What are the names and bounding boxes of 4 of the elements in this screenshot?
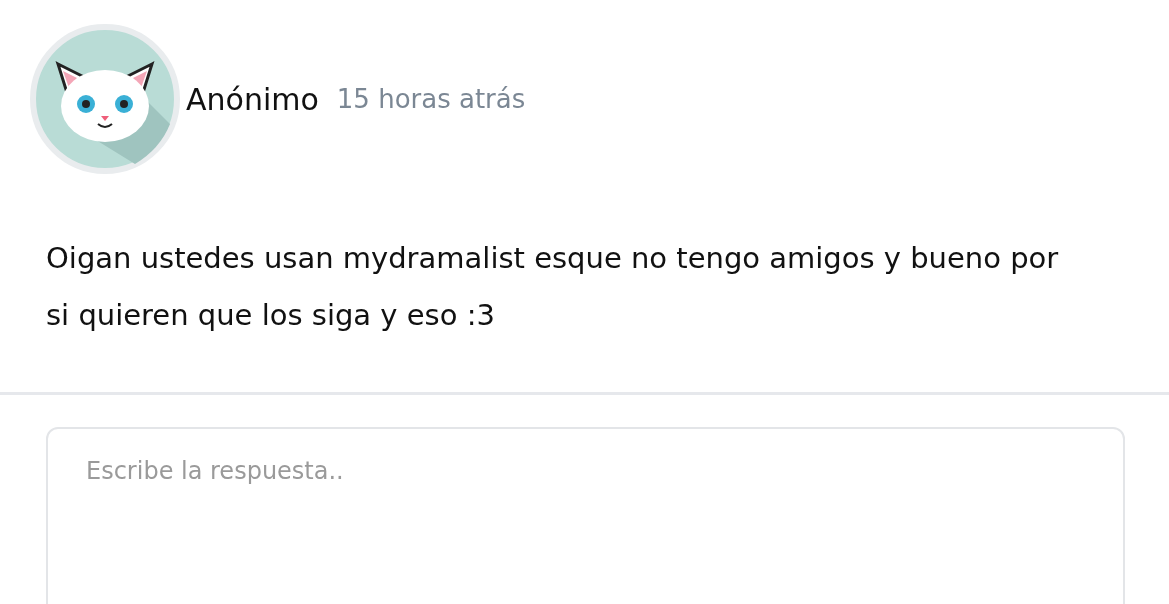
post-time: 15 horas atrás (336, 84, 526, 114)
author-name: Anónimo (186, 81, 319, 117)
answer-field[interactable]: Escribe la respuesta.. (46, 427, 1125, 604)
post-text: Oigan ustedes usan mydramalist esque no tengo amigos y bueno por si quieren que los siga y eso :3 (46, 240, 1060, 334)
